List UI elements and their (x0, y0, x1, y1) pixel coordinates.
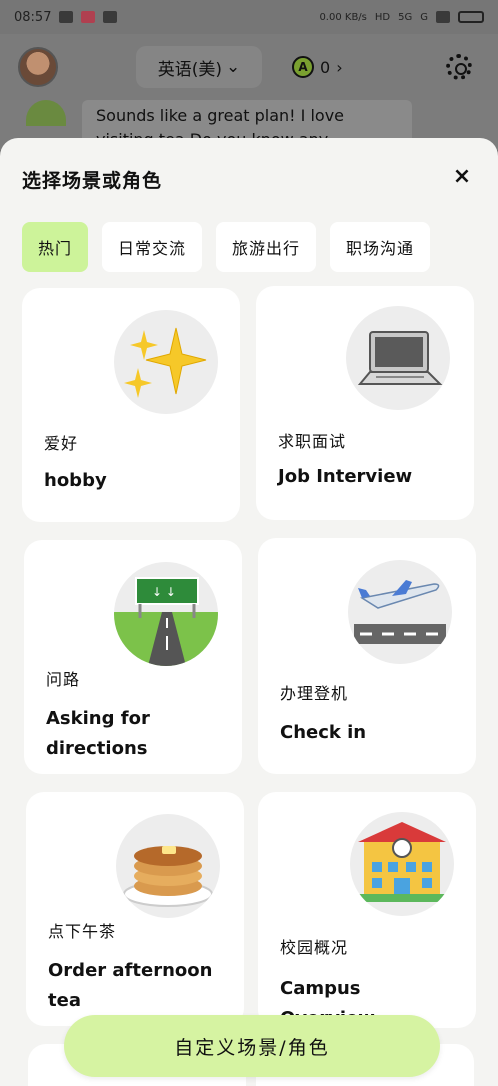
laptop-icon (346, 306, 450, 410)
scene-card-en-label: Job Interview (278, 466, 413, 487)
battery-icon (458, 11, 484, 23)
scene-card-check-in[interactable]: 办理登机 Check in (258, 538, 476, 774)
coin-icon: A (292, 56, 314, 78)
category-tabs: 热门 日常交流 旅游出行 职场沟通 (22, 222, 431, 272)
tab-travel[interactable]: 旅游出行 (216, 222, 317, 272)
scene-card-cn-label: 点下午茶 (48, 922, 117, 941)
gear-icon[interactable] (446, 54, 472, 80)
status-bar: 08:57 0.00 KB/s HD 5G G (0, 0, 498, 34)
chevron-down-icon: ⌄ (226, 57, 241, 77)
scene-card-cn-label: 校园概况 (280, 938, 349, 957)
scene-card-hobby[interactable]: 爱好 hobby (22, 288, 240, 522)
sheet-title: 选择场景或角色 (22, 170, 163, 192)
tab-daily[interactable]: 日常交流 (102, 222, 203, 272)
scene-card-cn-label: 求职面试 (278, 432, 347, 451)
pancakes-icon (116, 814, 220, 918)
scene-card-campus[interactable]: 校园概况 Campus Overview (258, 792, 476, 1029)
close-icon[interactable]: × (450, 166, 474, 190)
scene-card-en-label: Check in (280, 722, 367, 743)
language-label: 英语(美) (157, 59, 222, 80)
tab-hot[interactable]: 热门 (22, 222, 89, 272)
school-icon (350, 812, 454, 916)
custom-scene-button[interactable]: 自定义场景/角色 (64, 1015, 440, 1077)
road-sign-icon: ↓ ↓ (114, 562, 218, 666)
svg-text:↓ ↓: ↓ ↓ (152, 585, 176, 599)
signal-5g: 5G (398, 11, 413, 23)
scene-card-directions[interactable]: ↓ ↓ 问路 Asking for directions (24, 540, 242, 774)
scene-card-en-label: Order afternoon tea (48, 960, 213, 1011)
scene-picker-sheet: 选择场景或角色 × 热门 日常交流 旅游出行 职场沟通 爱好 hobby 求职面… (0, 138, 498, 1086)
scene-card-cn-label: 问路 (46, 670, 81, 689)
scene-card-en-label: hobby (44, 470, 107, 491)
chevron-right-icon: › (336, 57, 343, 77)
hd-badge: HD (374, 11, 391, 23)
scene-card-afternoon-tea[interactable]: 点下午茶 Order afternoon tea (26, 792, 244, 1026)
tab-workplace[interactable]: 职场沟通 (330, 222, 431, 272)
coins-value: 0 (320, 57, 331, 77)
sparkles-icon (114, 310, 218, 414)
net-speed: 0.00 KB/s (319, 11, 367, 23)
scene-card-job-interview[interactable]: 求职面试 Job Interview (256, 286, 474, 520)
status-time: 08:57 (14, 9, 52, 25)
airplane-icon (348, 560, 452, 664)
language-selector[interactable]: 英语(美) ⌄ (136, 46, 262, 88)
avatar[interactable] (18, 47, 58, 87)
scene-card-en-label: Asking for directions (46, 708, 150, 759)
bot-avatar (26, 100, 66, 126)
scene-card-cn-label: 办理登机 (280, 684, 349, 703)
wifi-icon (436, 11, 450, 23)
signal-g: G (420, 11, 428, 23)
app-header: 英语(美) ⌄ A 0 › (0, 34, 498, 100)
weibo-icon (103, 11, 118, 23)
scene-card-cn-label: 爱好 (44, 434, 79, 453)
app-notification-icon (81, 11, 96, 23)
coins-counter[interactable]: A 0 › (292, 56, 343, 78)
telegram-icon (59, 11, 74, 23)
